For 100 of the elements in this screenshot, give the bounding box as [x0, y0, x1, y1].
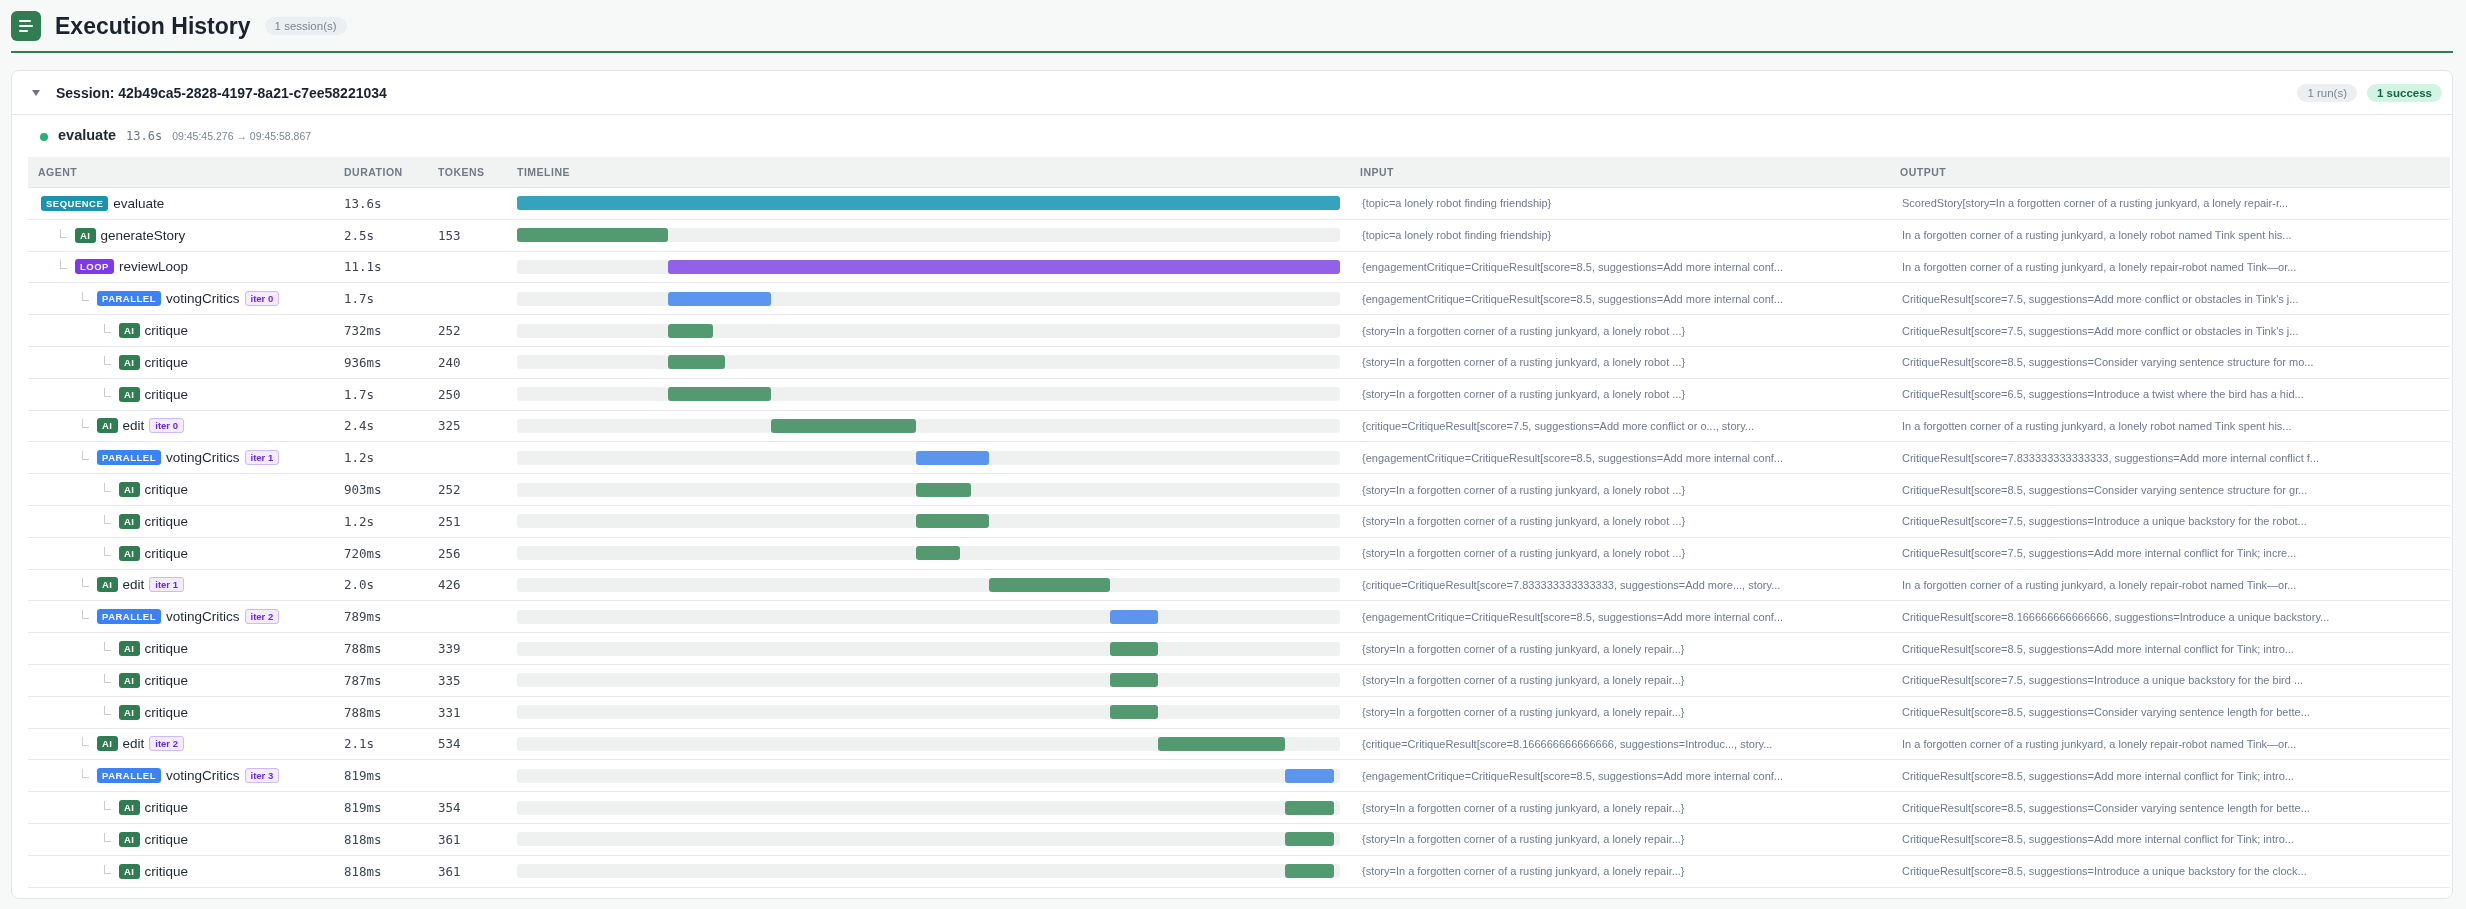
tokens-cell: 251	[438, 513, 461, 529]
run-time-range: 09:45:45.276 → 09:45:58.867	[172, 130, 312, 142]
type-badge: AI	[97, 418, 118, 434]
tree-connector-icon	[82, 769, 89, 779]
output-cell: CritiqueResult[score=7.833333333333333, suggestions=Add more internal conflict f...	[1902, 451, 2320, 464]
type-badge: SEQUENCE	[41, 195, 109, 211]
output-cell: CritiqueResult[score=8.5, suggestions=Consider varying sentence length for bette...	[1902, 706, 2310, 719]
type-badge: PARALLEL	[97, 609, 161, 625]
duration-cell: 903ms	[344, 482, 382, 498]
timeline-bar	[1284, 832, 1335, 847]
tokens-cell: 252	[438, 482, 461, 498]
list-icon	[11, 11, 41, 41]
output-cell: In a forgotten corner of a rusting junkyard, a lonely robot named Tink spent his...	[1902, 419, 2292, 432]
timeline-bar	[916, 546, 960, 561]
input-cell: {story=In a forgotten corner of a rusting junkyard, a lonely repair...}	[1362, 865, 1685, 878]
tree-connector-icon	[60, 260, 67, 270]
input-cell: {engagementCritique=CritiqueResult[score=8.5, suggestions=Add more internal conf...	[1362, 610, 1783, 623]
tree-connector-icon	[104, 514, 111, 524]
agent-name: edit	[122, 736, 145, 752]
agent-name: votingCritics	[165, 291, 240, 307]
type-badge: AI	[119, 354, 140, 370]
type-badge: AI	[119, 482, 140, 498]
input-cell: {critique=CritiqueResult[score=7.5, suggestions=Add more conflict or o..., story...	[1362, 419, 1754, 432]
duration-cell: 818ms	[344, 831, 382, 847]
column-header: OUTPUT	[1890, 157, 2450, 188]
tree-connector-icon	[104, 705, 111, 715]
tokens-cell: 534	[438, 736, 461, 752]
tree-connector-icon	[82, 578, 89, 588]
duration-cell: 2.4s	[344, 418, 375, 434]
duration-cell: 720ms	[344, 545, 382, 561]
input-cell: {story=In a forgotten corner of a rusting junkyard, a lonely robot ...}	[1362, 547, 1686, 560]
column-header: TIMELINE	[507, 157, 1350, 188]
agent-name: reviewLoop	[118, 259, 188, 275]
tokens-cell: 153	[438, 227, 461, 243]
tree-connector-icon	[104, 864, 111, 874]
column-header: TOKENS	[428, 157, 507, 188]
tree-connector-icon	[82, 292, 89, 302]
duration-cell: 789ms	[344, 609, 382, 625]
input-cell: {story=In a forgotten corner of a rusting junkyard, a lonely repair...}	[1362, 706, 1685, 719]
tokens-cell: 256	[438, 545, 461, 561]
input-cell: {story=In a forgotten corner of a rusting junkyard, a lonely robot ...}	[1362, 483, 1686, 496]
timeline-bar	[916, 482, 972, 497]
input-cell: {engagementCritique=CritiqueResult[score=8.5, suggestions=Add more internal conf...	[1362, 261, 1783, 273]
agent-name: critique	[144, 513, 189, 529]
input-cell: {topic=a lonely robot finding friendship}	[1362, 229, 1552, 242]
agent-name: critique	[144, 704, 189, 720]
duration-cell: 11.1s	[344, 259, 382, 275]
type-badge: AI	[119, 704, 140, 720]
agent-name: critique	[144, 641, 189, 657]
page-title: Execution History	[55, 12, 251, 40]
tree-connector-icon	[104, 673, 111, 683]
tokens-cell: 325	[438, 418, 461, 434]
output-cell: CritiqueResult[score=8.5, suggestions=Introduce a unique backstory for the clock...	[1902, 865, 2307, 878]
output-cell: CritiqueResult[score=6.5, suggestions=Introduce a twist where the bird has a hid...	[1902, 388, 2304, 401]
tree-connector-icon	[82, 737, 89, 747]
agent-name: critique	[144, 831, 189, 847]
agent-name: votingCritics	[165, 609, 240, 625]
type-badge: AI	[119, 386, 140, 402]
timeline-bar	[1110, 641, 1158, 656]
input-cell: {story=In a forgotten corner of a rusting junkyard, a lonely robot ...}	[1362, 356, 1686, 369]
agent-name: votingCritics	[165, 768, 240, 784]
input-cell: {story=In a forgotten corner of a rusting junkyard, a lonely repair...}	[1362, 833, 1685, 846]
tree-connector-icon	[104, 355, 111, 365]
tokens-cell: 339	[438, 641, 461, 657]
agent-name: critique	[144, 482, 189, 498]
run-duration: 13.6s	[126, 129, 163, 143]
success-count: 1 success	[2367, 83, 2442, 102]
tree-connector-icon	[104, 546, 111, 556]
output-cell: In a forgotten corner of a rusting junkyard, a lonely robot named Tink spent his...	[1902, 229, 2292, 242]
type-badge: LOOP	[75, 259, 114, 275]
tree-connector-icon	[82, 610, 89, 620]
output-cell: In a forgotten corner of a rusting junkyard, a lonely repair-robot named Tink—or...	[1902, 261, 2297, 273]
session-title: Session: 42b49ca5-2828-4197-8a21-c7ee58221034	[56, 84, 387, 101]
output-cell: CritiqueResult[score=7.5, suggestions=Add more conflict or obstacles in Tink's j...	[1902, 292, 2299, 305]
duration-cell: 2.1s	[344, 736, 375, 752]
input-cell: {critique=CritiqueResult[score=7.833333333333333, suggestions=Add more..., story...	[1362, 578, 1781, 591]
run-count: 1 run(s)	[2297, 83, 2357, 102]
duration-cell: 788ms	[344, 704, 382, 720]
iteration-badge: iter 1	[244, 450, 280, 466]
agent-name: edit	[122, 577, 145, 593]
timeline-bar	[1110, 705, 1158, 720]
type-badge: AI	[97, 577, 118, 593]
input-cell: {story=In a forgotten corner of a rusting junkyard, a lonely repair...}	[1362, 801, 1685, 814]
output-cell: CritiqueResult[score=8.5, suggestions=Add more internal conflict for Tink; intro...	[1902, 769, 2294, 782]
type-badge: AI	[119, 641, 140, 657]
tree-connector-icon	[60, 228, 67, 238]
agent-name: critique	[144, 863, 189, 879]
tokens-cell: 335	[438, 672, 461, 688]
duration-cell: 1.7s	[344, 291, 375, 307]
input-cell: {story=In a forgotten corner of a rusting junkyard, a lonely robot ...}	[1362, 388, 1686, 401]
timeline-bar	[1284, 768, 1335, 783]
input-cell: {story=In a forgotten corner of a rusting junkyard, a lonely robot ...}	[1362, 515, 1686, 528]
timeline-bar	[668, 355, 725, 370]
type-badge: PARALLEL	[97, 291, 161, 307]
input-cell: {critique=CritiqueResult[score=8.166666666666666, suggestions=Introduc..., story...	[1362, 737, 1773, 750]
collapse-caret-icon[interactable]	[32, 89, 40, 96]
agent-name: critique	[144, 800, 189, 816]
agent-name: votingCritics	[165, 450, 240, 466]
type-badge: PARALLEL	[97, 450, 161, 466]
column-header: AGENT	[28, 157, 334, 188]
